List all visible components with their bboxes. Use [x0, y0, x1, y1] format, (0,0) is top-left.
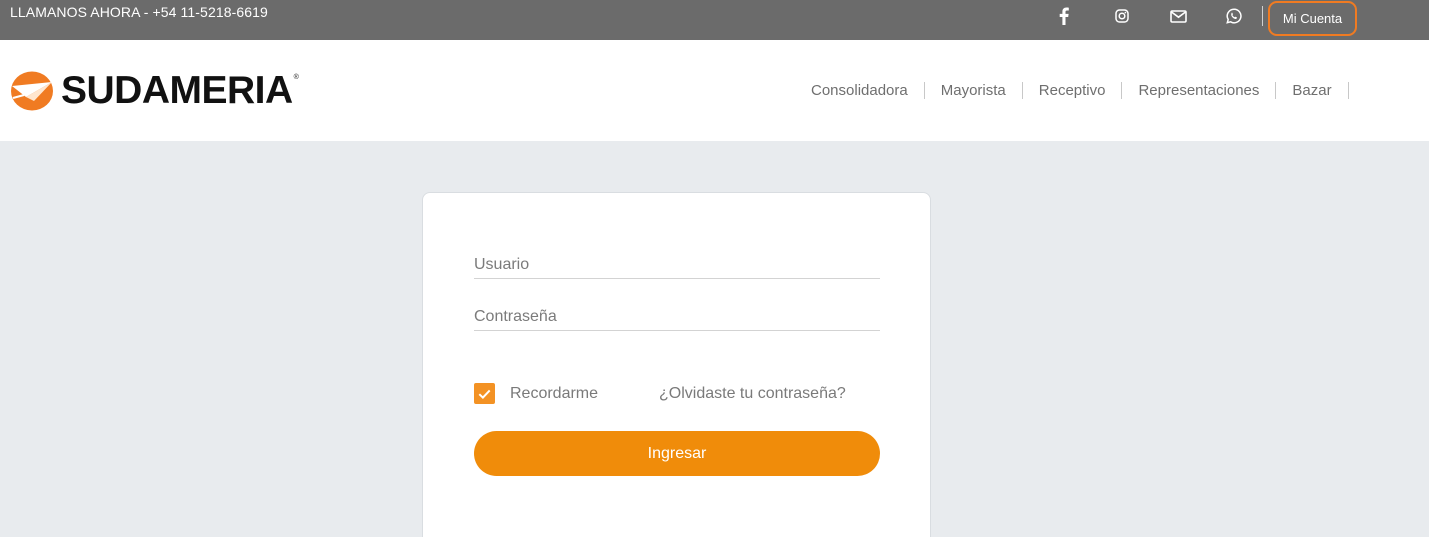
logo-text: SUDAMERIA: [61, 69, 293, 112]
nav-divider: [1021, 82, 1023, 99]
my-account-button[interactable]: Mi Cuenta: [1268, 1, 1357, 36]
remember-label: Recordarme: [510, 384, 599, 402]
facebook-icon[interactable]: [1054, 6, 1074, 26]
site-header: SUDAMERIA ® Consolidadora Mayorista Rece…: [0, 40, 1429, 141]
paper-plane-logo-icon: [11, 71, 53, 111]
nav-receptivo[interactable]: Receptivo: [1039, 82, 1106, 99]
nav-divider: [1347, 82, 1349, 99]
login-card: Recordarme ¿Olvidaste tu contraseña? Ing…: [422, 192, 931, 537]
nav-divider: [923, 82, 925, 99]
username-field: [474, 239, 880, 279]
instagram-icon[interactable]: [1112, 6, 1132, 26]
mail-icon[interactable]: [1168, 6, 1188, 26]
nav-divider: [1121, 82, 1123, 99]
checkmark-icon: [478, 389, 491, 399]
registered-mark: ®: [293, 73, 299, 81]
phone-text: LLAMANOS AHORA - +54 11-5218-6619: [10, 4, 268, 20]
nav-consolidadora[interactable]: Consolidadora: [811, 82, 908, 99]
username-input[interactable]: [474, 239, 880, 278]
topbar-divider: [1262, 6, 1263, 26]
whatsapp-icon[interactable]: [1224, 6, 1244, 26]
password-field: [474, 291, 880, 331]
nav-representaciones[interactable]: Representaciones: [1138, 82, 1259, 99]
main-nav: Consolidadora Mayorista Receptivo Repres…: [811, 82, 1365, 99]
sudameria-logo[interactable]: SUDAMERIA ®: [10, 69, 299, 113]
nav-bazar[interactable]: Bazar: [1292, 82, 1331, 99]
password-input[interactable]: [474, 291, 880, 330]
remember-checkbox[interactable]: [474, 383, 495, 404]
remember-row: Recordarme: [474, 383, 598, 404]
nav-mayorista[interactable]: Mayorista: [941, 82, 1006, 99]
top-bar: LLAMANOS AHORA - +54 11-5218-6619 Mi Cue…: [0, 0, 1429, 40]
login-submit-button[interactable]: Ingresar: [474, 431, 880, 476]
forgot-password-link[interactable]: ¿Olvidaste tu contraseña?: [659, 385, 846, 403]
nav-divider: [1275, 82, 1277, 99]
